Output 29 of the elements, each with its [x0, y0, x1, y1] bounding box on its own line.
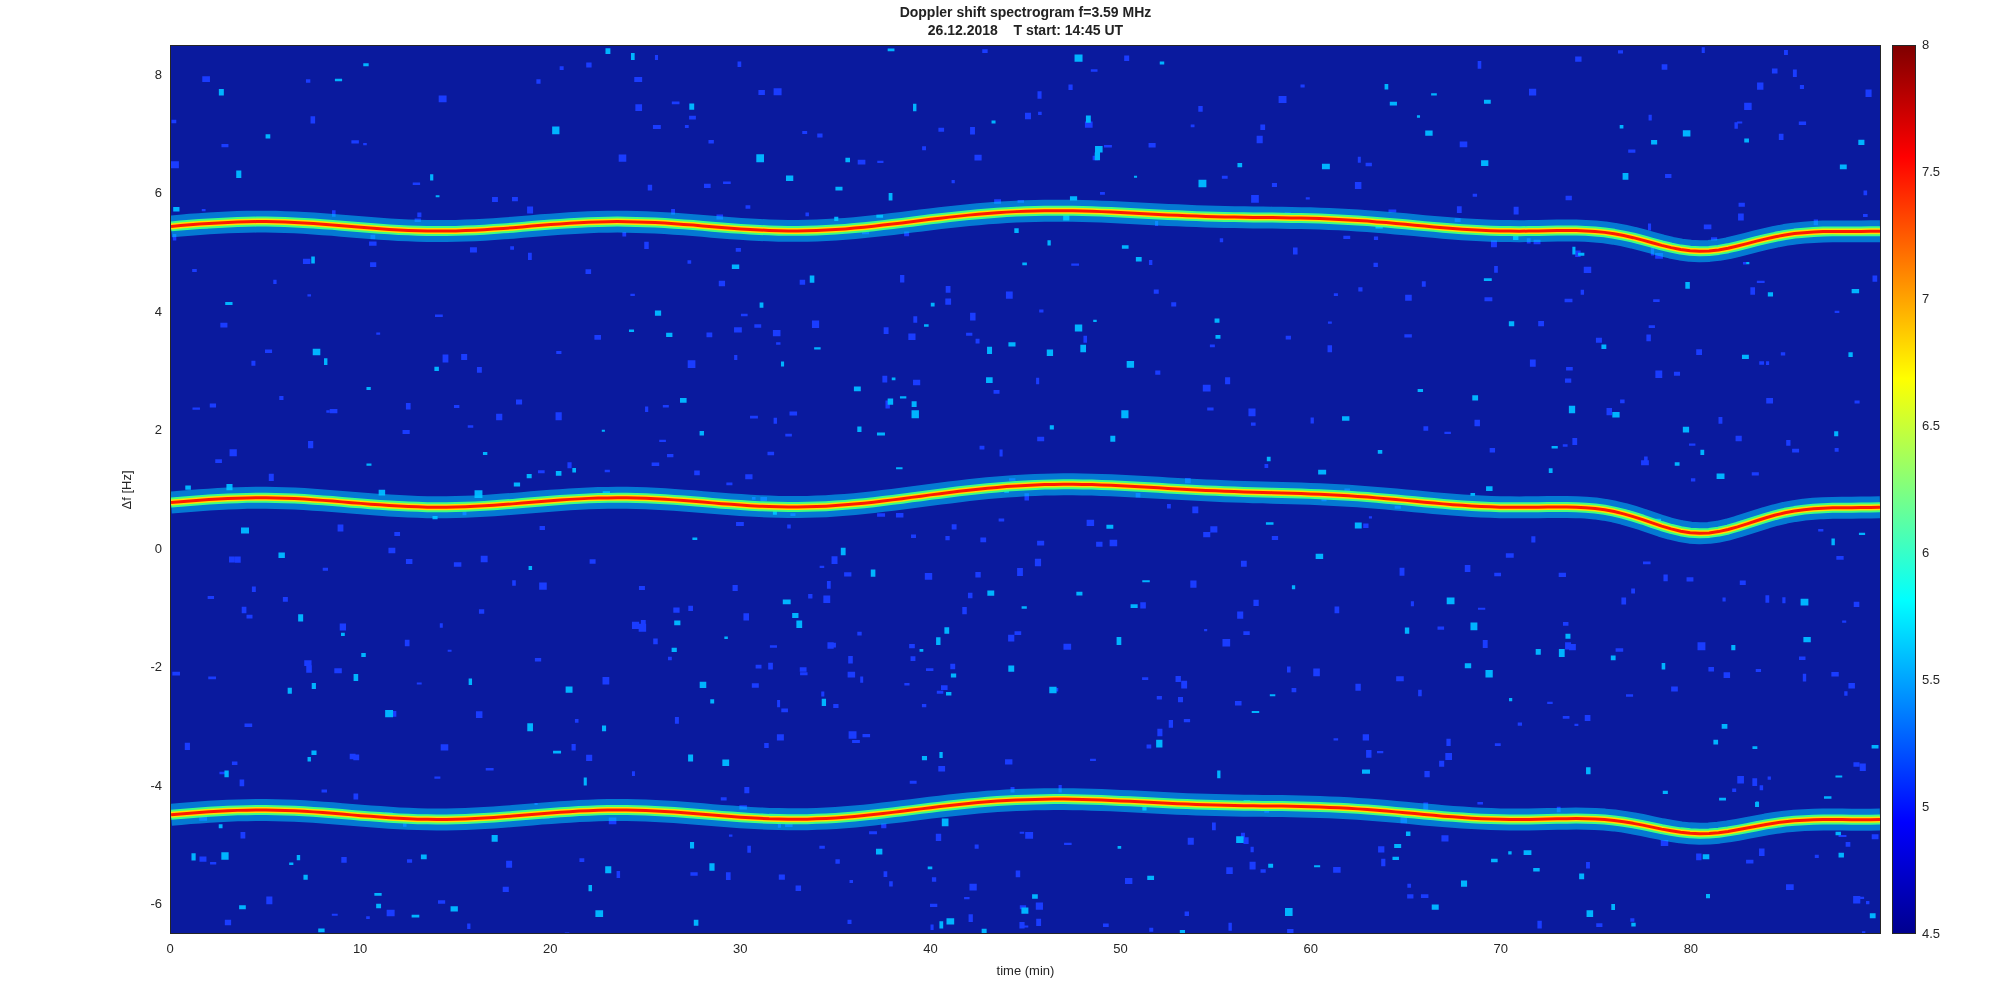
colorbar-tick-label: 7: [1922, 292, 1930, 306]
colorbar-tick-label: 5.5: [1922, 673, 1941, 687]
x-tick-label: 40: [923, 942, 938, 956]
y-tick-label: 4: [154, 304, 162, 319]
colorbar-tick-label: 6: [1922, 546, 1930, 560]
x-axis-label: time (min): [996, 963, 1055, 978]
y-tick-label: -6: [150, 897, 162, 912]
colorbar-tick-label: 6.5: [1922, 419, 1941, 433]
x-tick-label: 70: [1493, 942, 1508, 956]
y-tick-label: 2: [154, 423, 162, 438]
y-axis-label: Δf [Hz]: [118, 470, 134, 510]
chart-subtitle: 26.12.2018 T start: 14:45 UT: [927, 21, 1124, 39]
x-tick-label: 30: [733, 942, 748, 956]
y-tick-label: -2: [150, 660, 162, 675]
y-tick-label: -4: [150, 778, 162, 793]
y-tick-label: 6: [154, 186, 162, 201]
x-tick-label: 50: [1113, 942, 1128, 956]
colorbar-tick-label: 5: [1922, 800, 1930, 814]
x-tick-label: 0: [166, 942, 174, 956]
colorbar-tick-label: 4.5: [1922, 927, 1941, 941]
colorbar-tick-label: 8: [1922, 38, 1930, 52]
x-tick-label: 60: [1303, 942, 1318, 956]
x-tick-label: 80: [1683, 942, 1699, 956]
colorbar-tick-label: 7.5: [1922, 165, 1941, 179]
x-tick-label: 20: [543, 942, 558, 956]
x-tick-label: 10: [352, 942, 368, 956]
y-tick-label: 0: [154, 541, 162, 556]
y-tick-label: 8: [154, 67, 162, 82]
chart-title: Doppler shift spectrogram f=3.59 MHz: [899, 3, 1152, 21]
